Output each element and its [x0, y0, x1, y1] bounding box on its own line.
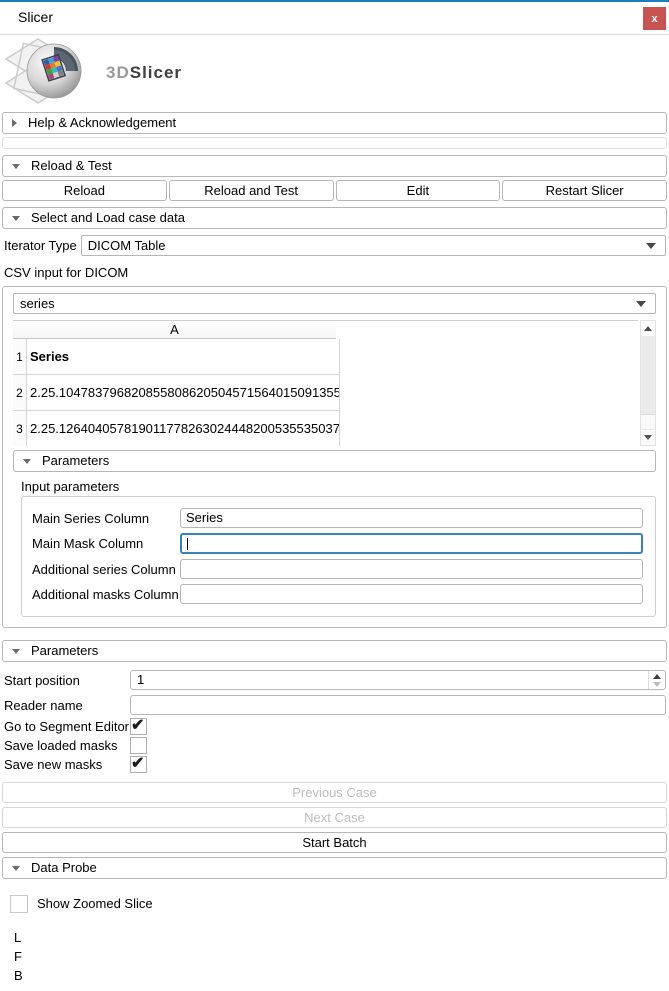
spin-up-icon[interactable]	[653, 674, 661, 679]
window-title: Slicer	[18, 9, 53, 25]
table-row[interactable]: 1 Series	[13, 339, 638, 375]
table-cell[interactable]: 2.25.12640405781901177826302444820053553…	[27, 411, 340, 446]
csv-input-label: CSV input for DICOM	[4, 265, 669, 280]
main-mask-column-label: Main Mask Column	[32, 536, 180, 551]
orientation-l: L	[14, 928, 669, 947]
go-to-segment-editor-checkbox[interactable]: ✔	[130, 718, 147, 735]
section-data-probe[interactable]: Data Probe	[2, 857, 667, 879]
section-parameters-inner[interactable]: Parameters	[13, 450, 656, 472]
start-batch-button[interactable]: Start Batch	[2, 832, 667, 853]
app-logo: 3DSlicer	[0, 35, 669, 107]
reload-button-row: Reload Reload and Test Edit Restart Slic…	[2, 180, 667, 201]
collapsed-triangle-icon	[12, 119, 17, 127]
orientation-labels: L F B	[14, 928, 669, 985]
row-number[interactable]: 1	[13, 339, 27, 375]
save-loaded-masks-row: Save loaded masks	[4, 737, 669, 753]
scroll-up-icon	[644, 326, 652, 331]
additional-series-column-label: Additional series Column	[32, 562, 180, 577]
start-position-label: Start position	[4, 673, 130, 688]
show-zoomed-slice-checkbox[interactable]	[10, 895, 28, 913]
table-cell[interactable]: 2.25.10478379682085580862050457156401509…	[27, 375, 340, 411]
expanded-triangle-icon	[12, 866, 20, 871]
go-to-segment-editor-label: Go to Segment Editor	[4, 719, 130, 734]
show-zoomed-slice-row: Show Zoomed Slice	[10, 895, 669, 912]
save-loaded-masks-checkbox[interactable]	[130, 737, 147, 754]
additional-masks-column-row: Additional masks Column	[32, 584, 643, 604]
previous-case-button: Previous Case	[2, 782, 667, 803]
slicer-logo-text: 3DSlicer	[106, 63, 182, 83]
start-position-spinbox[interactable]: 1	[130, 670, 666, 690]
slicer-logo-icon	[4, 37, 100, 105]
expanded-triangle-icon	[23, 459, 31, 464]
additional-series-column-input[interactable]	[180, 559, 643, 579]
save-new-masks-row: Save new masks ✔	[4, 756, 669, 772]
spinner-buttons[interactable]	[648, 671, 665, 689]
section-select-load-case-data[interactable]: Select and Load case data	[2, 207, 667, 229]
reload-and-test-button[interactable]: Reload and Test	[169, 180, 334, 201]
csv-table: A 1 Series 2 2.25.1047837968208558086205…	[13, 320, 656, 446]
reader-name-label: Reader name	[4, 698, 130, 713]
close-button[interactable]: x	[643, 7, 666, 30]
table-cell[interactable]: Series	[27, 339, 340, 375]
orientation-f: F	[14, 947, 669, 966]
main-mask-column-input[interactable]	[180, 533, 643, 554]
reload-button[interactable]: Reload	[2, 180, 167, 201]
csv-dicom-container: series A 1 Series 2 2.25.104783796820855…	[2, 286, 667, 628]
scroll-up-button[interactable]	[641, 321, 655, 337]
additional-masks-column-label: Additional masks Column	[32, 587, 180, 602]
scroll-down-button[interactable]	[641, 429, 655, 445]
iterator-type-dropdown[interactable]: DICOM Table	[81, 235, 666, 256]
spin-down-icon[interactable]	[653, 682, 661, 687]
table-row[interactable]: 3 2.25.126404057819011778263024448200535…	[13, 411, 638, 446]
close-icon: x	[651, 13, 657, 25]
main-series-column-input[interactable]: Series	[180, 508, 643, 528]
reader-name-row: Reader name	[4, 695, 669, 715]
case-button-group: Previous Case Next Case Start Batch	[0, 782, 669, 853]
iterator-type-row: Iterator Type DICOM Table	[4, 235, 669, 256]
show-zoomed-slice-label: Show Zoomed Slice	[37, 896, 153, 911]
check-icon: ✔	[131, 753, 144, 773]
save-new-masks-label: Save new masks	[4, 757, 130, 772]
input-parameters-label: Input parameters	[21, 479, 656, 493]
restart-slicer-button[interactable]: Restart Slicer	[502, 180, 667, 201]
start-position-row: Start position 1	[4, 670, 669, 690]
scrollbar-thumb[interactable]	[641, 336, 655, 415]
next-case-button: Next Case	[2, 807, 667, 828]
table-column-header[interactable]: A	[13, 321, 336, 339]
main-mask-column-row: Main Mask Column	[32, 533, 643, 554]
chevron-down-icon	[646, 243, 656, 249]
expanded-triangle-icon	[12, 164, 20, 169]
csv-series-dropdown[interactable]: series	[13, 293, 656, 314]
section-reload-test[interactable]: Reload & Test	[2, 155, 667, 177]
input-parameters-group: Main Series Column Series Main Mask Colu…	[21, 496, 656, 617]
chevron-down-icon	[636, 301, 646, 307]
titlebar: Slicer x	[0, 2, 669, 35]
edit-button[interactable]: Edit	[336, 180, 501, 201]
go-to-segment-editor-row: Go to Segment Editor ✔	[4, 718, 669, 734]
section-parameters[interactable]: Parameters	[2, 640, 667, 662]
row-number[interactable]: 3	[13, 411, 27, 446]
reader-name-input[interactable]	[130, 695, 666, 715]
main-series-column-row: Main Series Column Series	[32, 508, 643, 528]
table-row[interactable]: 2 2.25.104783796820855808620504571564015…	[13, 375, 638, 411]
main-series-column-label: Main Series Column	[32, 511, 180, 526]
iterator-type-label: Iterator Type	[4, 238, 77, 253]
save-new-masks-checkbox[interactable]: ✔	[130, 756, 147, 773]
orientation-b: B	[14, 966, 669, 985]
check-icon: ✔	[131, 715, 144, 735]
save-loaded-masks-label: Save loaded masks	[4, 738, 130, 753]
scroll-down-icon	[644, 435, 652, 440]
additional-masks-column-input[interactable]	[180, 584, 643, 604]
additional-series-column-row: Additional series Column	[32, 559, 643, 579]
expanded-triangle-icon	[12, 216, 20, 221]
collapsed-section-strip	[2, 137, 667, 149]
section-help-acknowledgement[interactable]: Help & Acknowledgement	[2, 112, 667, 134]
row-number[interactable]: 2	[13, 375, 27, 411]
expanded-triangle-icon	[12, 649, 20, 654]
table-scrollbar[interactable]	[640, 320, 656, 446]
